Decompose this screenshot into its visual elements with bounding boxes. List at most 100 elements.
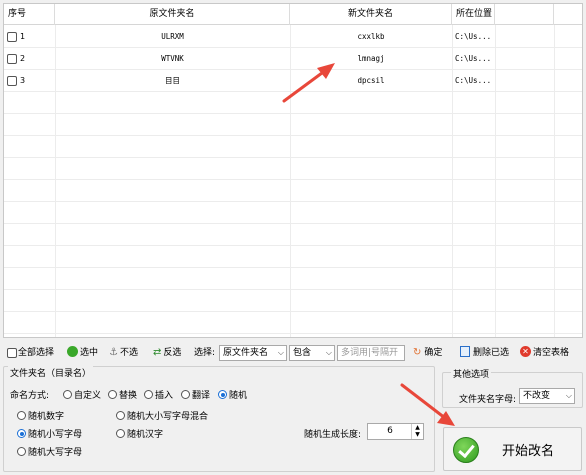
match-combo[interactable]: 包含 ⌵: [289, 345, 335, 361]
mode-insert-label: 插入: [155, 391, 174, 401]
stepper-arrows-icon[interactable]: ▲ ▼: [411, 424, 423, 439]
mode-custom-label: 自定义: [74, 391, 102, 401]
radio-icon: [116, 411, 125, 420]
select-label: 选中: [80, 348, 99, 358]
other-options-title: 其他选项: [451, 367, 492, 380]
mode-translate-label: 翻译: [192, 391, 211, 401]
mode-custom-radio[interactable]: 自定义: [63, 388, 101, 401]
row-index: 3: [20, 76, 26, 85]
delete-selected-label: 删除已选: [473, 348, 510, 358]
random-chinese-label: 随机汉字: [127, 430, 164, 440]
header-index[interactable]: 序号: [4, 4, 55, 25]
table-row-1[interactable]: 1: [7, 26, 25, 48]
length-value[interactable]: 6: [368, 424, 412, 439]
invert-button[interactable]: ⇄ 反选: [153, 345, 181, 361]
radio-icon: [181, 390, 190, 399]
mode-label: 命名方式:: [10, 391, 50, 401]
confirm-label: 确定: [424, 348, 443, 358]
radio-icon: [116, 429, 125, 438]
row-checkbox[interactable]: [7, 54, 17, 64]
radio-selected-icon: [17, 429, 26, 438]
invert-label: 反选: [163, 348, 182, 358]
selection-toolbar: 全部选择 选中 ⚓ 不选 ⇄ 反选 选择: 原文件夹名 ⌵ 包含 ⌵ 多词用|号隔开 ↻…: [3, 342, 583, 364]
field-combo-value: 原文件夹名: [223, 348, 269, 358]
row-original-name: WTVNK: [161, 54, 184, 63]
random-digits-radio[interactable]: 随机数字: [17, 409, 64, 422]
random-lowercase-radio[interactable]: 随机小写字母: [17, 427, 82, 440]
header-blank: [495, 4, 554, 25]
header-new-name[interactable]: 新文件夹名: [290, 4, 452, 25]
start-rename-button[interactable]: 开始改名: [443, 427, 582, 471]
unselect-button[interactable]: ⚓ 不选: [109, 345, 138, 361]
case-combo-value: 不改变: [523, 391, 551, 401]
mode-insert-radio[interactable]: 插入: [144, 388, 173, 401]
field-combo[interactable]: 原文件夹名 ⌵: [219, 345, 287, 361]
row-original-name: ULRXM: [161, 32, 184, 41]
row-gridline: [4, 267, 582, 268]
random-uppercase-label: 随机大写字母: [28, 448, 83, 458]
random-mixed-case-label: 随机大小写字母混合: [127, 412, 209, 422]
random-lowercase-label: 随机小写字母: [28, 430, 83, 440]
chevron-down-icon: ⌵: [277, 348, 284, 357]
filter-input[interactable]: 多词用|号隔开: [337, 345, 405, 361]
row-gridline: [4, 179, 582, 180]
options-title: 文件夹名（目录名）: [8, 366, 94, 379]
header-location[interactable]: 所在位置: [452, 4, 495, 25]
case-combo[interactable]: 不改变 ⌵: [519, 388, 575, 404]
radio-icon: [63, 390, 72, 399]
row-new-name: lmnagj: [357, 54, 385, 63]
header-original-name[interactable]: 原文件夹名: [55, 4, 290, 25]
mode-translate-radio[interactable]: 翻译: [181, 388, 210, 401]
row-location: C:\Us...: [455, 54, 492, 63]
row-gridline: [4, 311, 582, 312]
random-uppercase-radio[interactable]: 随机大写字母: [17, 445, 82, 458]
file-table: 序号 原文件夹名 新文件夹名 所在位置 1 ULRXM cxxlkb C:\Us…: [3, 3, 583, 338]
mode-replace-radio[interactable]: 替换: [108, 388, 137, 401]
column-divider: [554, 25, 555, 337]
clear-table-button[interactable]: ✕ 清空表格: [520, 345, 569, 361]
radio-icon: [17, 411, 26, 420]
row-new-name: cxxlkb: [357, 32, 385, 41]
row-checkbox[interactable]: [7, 32, 17, 42]
radio-icon: [108, 390, 117, 399]
swap-icon: ⇄: [153, 347, 162, 358]
row-location: C:\Us...: [455, 32, 492, 41]
mode-random-label: 随机: [229, 391, 248, 401]
row-new-name: dpcsil: [357, 76, 385, 85]
mode-random-radio[interactable]: 随机: [218, 388, 247, 401]
check-circle-icon: [453, 437, 479, 463]
row-original-name: 目目: [165, 76, 180, 85]
delete-selected-button[interactable]: 删除已选: [460, 345, 509, 361]
refresh-icon: ↻: [413, 347, 422, 358]
random-mixed-case-radio[interactable]: 随机大小写字母混合: [116, 409, 208, 422]
select-all-checkbox[interactable]: 全部选择: [7, 345, 54, 361]
row-checkbox[interactable]: [7, 76, 17, 86]
row-gridline: [4, 289, 582, 290]
table-row-3[interactable]: 3: [7, 70, 25, 92]
row-gridline: [4, 201, 582, 202]
select-all-label: 全部选择: [18, 348, 55, 358]
delete-doc-icon: [460, 346, 470, 357]
table-header: 序号 原文件夹名 新文件夹名 所在位置: [4, 4, 582, 25]
clear-table-label: 清空表格: [533, 348, 570, 358]
mode-replace-label: 替换: [119, 391, 138, 401]
radio-icon: [17, 447, 26, 456]
choose-label: 选择:: [194, 348, 216, 358]
select-button[interactable]: 选中: [67, 345, 98, 361]
row-gridline: [4, 113, 582, 114]
length-stepper[interactable]: 6 ▲ ▼: [367, 423, 424, 440]
chevron-down-icon: ⌵: [325, 348, 332, 357]
random-chinese-radio[interactable]: 随机汉字: [116, 427, 163, 440]
table-row-2[interactable]: 2: [7, 48, 25, 70]
random-digits-label: 随机数字: [28, 412, 65, 422]
row-gridline: [4, 157, 582, 158]
anchor-icon: ⚓: [109, 347, 118, 358]
radio-icon: [144, 390, 153, 399]
radio-selected-icon: [218, 390, 227, 399]
case-label: 文件夹名字母:: [459, 395, 517, 405]
close-circle-icon: ✕: [520, 346, 531, 357]
start-rename-label: 开始改名: [502, 444, 555, 459]
match-combo-value: 包含: [293, 348, 312, 358]
confirm-button[interactable]: ↻ 确定: [413, 345, 442, 361]
unselect-label: 不选: [119, 348, 138, 358]
